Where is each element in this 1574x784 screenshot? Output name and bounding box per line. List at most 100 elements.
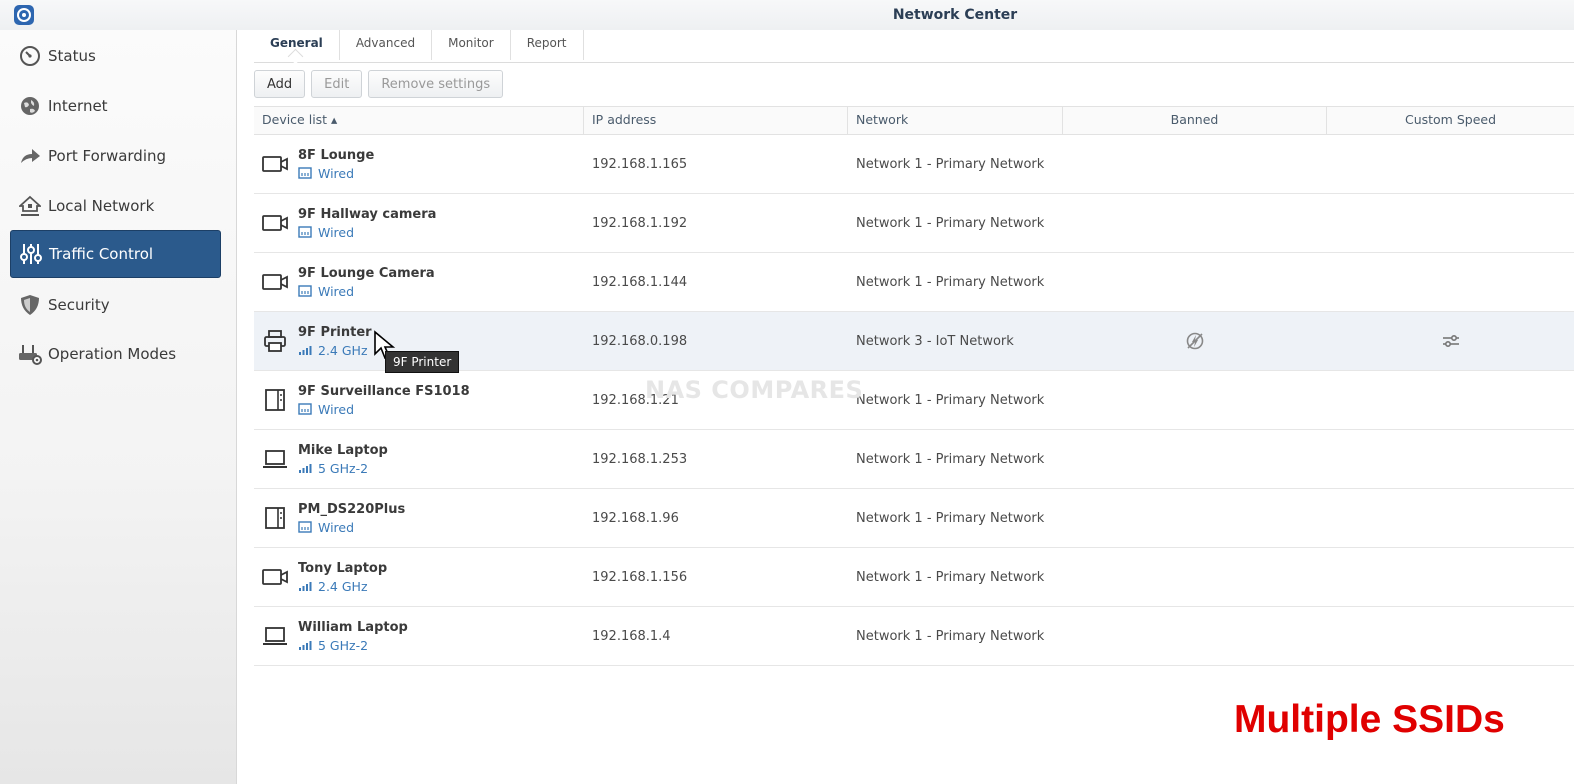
connection-label: 5 GHz-2	[318, 637, 369, 653]
ip-address-cell: 192.168.1.253	[592, 451, 688, 467]
custom-speed-cell	[1327, 607, 1574, 665]
network-cell: Network 1 - Primary Network	[856, 274, 1045, 290]
device-name: 9F Hallway camera	[298, 206, 437, 222]
custom-speed-settings-icon[interactable]	[1441, 333, 1461, 349]
banned-cell	[1063, 312, 1327, 370]
table-row[interactable]: William Laptop 5 GHz-2 192.168.1.4 Netwo…	[254, 607, 1574, 666]
connection-type: 2.4 GHz	[298, 579, 387, 594]
watermark: NAS COMPARES	[645, 376, 864, 404]
network-cell: Network 1 - Primary Network	[856, 215, 1045, 231]
banned-cell	[1063, 548, 1327, 606]
device-name: 9F Surveillance FS1018	[298, 383, 470, 399]
ip-address-cell: 192.168.1.144	[592, 274, 688, 290]
device-cell: 9F Hallway camera Wired	[254, 194, 584, 252]
sidebar-item-traffic-control[interactable]: Traffic Control	[10, 230, 221, 278]
tab-general[interactable]: General	[254, 30, 340, 60]
sidebar-item-label: Traffic Control	[49, 245, 154, 263]
network-cell: Network 1 - Primary Network	[856, 156, 1045, 172]
device-cell: PM_DS220Plus Wired	[254, 489, 584, 547]
network-cell: Network 1 - Primary Network	[856, 510, 1045, 526]
custom-speed-cell	[1327, 312, 1574, 370]
banned-cell	[1063, 194, 1327, 252]
tooltip: 9F Printer	[385, 351, 460, 373]
camera-device-icon	[262, 269, 288, 295]
device-name: 8F Lounge	[298, 147, 375, 163]
home-network-icon	[18, 194, 42, 218]
table-row[interactable]: 9F Lounge Camera Wired 192.168.1.144 Net…	[254, 253, 1574, 312]
sidebar-item-security[interactable]: Security	[10, 281, 221, 329]
connection-type: 2.4 GHz	[298, 343, 372, 358]
table-row[interactable]: 9F Surveillance FS1018 Wired 192.168.1.2…	[254, 371, 1574, 430]
forward-arrow-icon	[18, 144, 42, 168]
sidebar-item-local-network[interactable]: Local Network	[10, 182, 221, 230]
table-row[interactable]: PM_DS220Plus Wired 192.168.1.96 Network …	[254, 489, 1574, 548]
device-cell: 8F Lounge Wired	[254, 135, 584, 193]
connection-label: 2.4 GHz	[318, 578, 368, 594]
connection-type: 5 GHz-2	[298, 461, 388, 476]
connection-label: Wired	[318, 283, 355, 299]
network-cell: Network 1 - Primary Network	[856, 392, 1045, 408]
device-name: Tony Laptop	[298, 560, 388, 576]
main-panel: General Advanced Monitor Report Add Edit…	[237, 30, 1574, 784]
sidebar-item-label: Status	[48, 47, 96, 65]
column-header-network[interactable]: Network	[848, 107, 1063, 134]
table-header: Device list ▴ IP address Network Banned …	[254, 106, 1574, 135]
router-gear-icon	[18, 342, 42, 366]
table-row[interactable]: 8F Lounge Wired 192.168.1.165 Network 1 …	[254, 135, 1574, 194]
device-cell: 9F Surveillance FS1018 Wired	[254, 371, 584, 429]
table-row[interactable]: Mike Laptop 5 GHz-2 192.168.1.253 Networ…	[254, 430, 1574, 489]
device-table: Device list ▴ IP address Network Banned …	[254, 106, 1574, 666]
device-cell: William Laptop 5 GHz-2	[254, 607, 584, 665]
custom-speed-cell	[1327, 253, 1574, 311]
table-row[interactable]: Tony Laptop 2.4 GHz 192.168.1.156 Networ…	[254, 548, 1574, 607]
banned-cell	[1063, 253, 1327, 311]
title-bar: Network Center	[0, 0, 1574, 30]
tab-monitor[interactable]: Monitor	[432, 30, 511, 60]
column-header-custom-speed[interactable]: Custom Speed	[1327, 107, 1574, 134]
table-row[interactable]: 9F Hallway camera Wired 192.168.1.192 Ne…	[254, 194, 1574, 253]
network-cell: Network 1 - Primary Network	[856, 628, 1045, 644]
signal-bars-icon	[298, 344, 318, 356]
column-header-banned[interactable]: Banned	[1063, 107, 1327, 134]
sidebar-item-status[interactable]: Status	[10, 32, 221, 80]
laptop-device-icon	[262, 623, 288, 649]
signal-bars-icon	[298, 639, 318, 651]
ip-address-cell: 192.168.1.192	[592, 215, 688, 231]
tab-advanced[interactable]: Advanced	[340, 30, 433, 60]
ethernet-icon	[298, 226, 318, 238]
column-header-ip-address[interactable]: IP address	[584, 107, 848, 134]
device-name: William Laptop	[298, 619, 408, 635]
sidebar-item-internet[interactable]: Internet	[10, 82, 221, 130]
connection-type: Wired	[298, 284, 435, 299]
tab-report[interactable]: Report	[511, 30, 584, 60]
sidebar-item-label: Local Network	[48, 197, 155, 215]
ip-address-cell: 192.168.0.198	[592, 333, 688, 349]
printer-device-icon	[262, 328, 288, 354]
signal-bars-icon	[298, 580, 318, 592]
network-cell: Network 1 - Primary Network	[856, 569, 1045, 585]
custom-speed-cell	[1327, 194, 1574, 252]
banned-toggle-icon[interactable]	[1185, 331, 1205, 351]
connection-type: Wired	[298, 520, 405, 535]
connection-label: 5 GHz-2	[318, 460, 369, 476]
camera-device-icon	[262, 210, 288, 236]
add-button[interactable]: Add	[254, 70, 306, 98]
ip-address-cell: 192.168.1.156	[592, 569, 688, 585]
connection-label: Wired	[318, 224, 355, 240]
device-cell: 9F Lounge Camera Wired	[254, 253, 584, 311]
edit-button[interactable]: Edit	[311, 70, 363, 98]
column-header-device-list[interactable]: Device list ▴	[254, 107, 584, 134]
connection-type: Wired	[298, 402, 470, 417]
banned-cell	[1063, 135, 1327, 193]
connection-label: 2.4 GHz	[318, 342, 368, 358]
remove-settings-button[interactable]: Remove settings	[368, 70, 504, 98]
sidebar-item-operation-modes[interactable]: Operation Modes	[10, 330, 221, 378]
window-title: Network Center	[892, 7, 1018, 23]
connection-label: Wired	[318, 165, 355, 181]
camera-device-icon	[262, 564, 288, 590]
nas-device-icon	[262, 387, 288, 413]
gauge-icon	[18, 44, 42, 68]
sidebar-item-label: Internet	[48, 97, 108, 115]
ethernet-icon	[298, 167, 318, 179]
sidebar-item-port-forwarding[interactable]: Port Forwarding	[10, 132, 221, 180]
